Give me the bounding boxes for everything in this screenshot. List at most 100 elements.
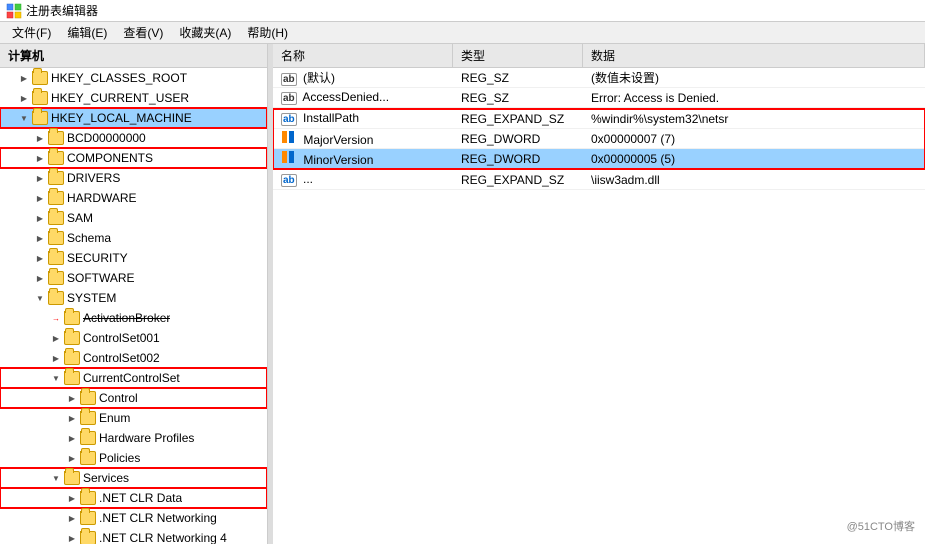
expander-drivers[interactable]: ▶ bbox=[32, 168, 48, 188]
tree-root-label: 计算机 bbox=[8, 49, 44, 63]
tree-node-software[interactable]: ▶ SOFTWARE bbox=[0, 268, 267, 288]
folder-icon-bcd bbox=[48, 131, 64, 145]
tree-node-hklm[interactable]: ▼ HKEY_LOCAL_MACHINE bbox=[0, 108, 267, 128]
cell-data-2: %windir%\system32\netsr bbox=[583, 112, 925, 126]
folder-icon-hardware bbox=[48, 191, 64, 205]
expander-netclr[interactable]: ▶ bbox=[64, 488, 80, 508]
reg-icon-2: ab bbox=[281, 113, 297, 126]
menu-edit[interactable]: 编辑(E) bbox=[59, 22, 115, 43]
expander-sam[interactable]: ▶ bbox=[32, 208, 48, 228]
tree-node-policies[interactable]: ▶ Policies bbox=[0, 448, 267, 468]
expander-cs001[interactable]: ▶ bbox=[48, 328, 64, 348]
expander-components[interactable]: ▶ bbox=[32, 148, 48, 168]
expander-ccs[interactable]: ▼ bbox=[48, 368, 64, 388]
folder-icon-security bbox=[48, 251, 64, 265]
data-row-iis[interactable]: ab ... REG_EXPAND_SZ \iisw3adm.dll bbox=[273, 170, 925, 190]
expander-policies[interactable]: ▶ bbox=[64, 448, 80, 468]
cell-data-3: 0x00000007 (7) bbox=[583, 132, 925, 146]
tree-node-security[interactable]: ▶ SECURITY bbox=[0, 248, 267, 268]
title-text: 注册表编辑器 bbox=[26, 2, 98, 19]
node-label-enum: Enum bbox=[99, 411, 130, 425]
folder-icon-policies bbox=[80, 451, 96, 465]
tree-node-components[interactable]: ▶ COMPONENTS bbox=[0, 148, 267, 168]
folder-icon-hkcr bbox=[32, 71, 48, 85]
tree-node-services[interactable]: ▼ Services bbox=[0, 468, 267, 488]
cell-type-5: REG_EXPAND_SZ bbox=[453, 173, 583, 187]
tree-header: 计算机 bbox=[0, 44, 267, 68]
expander-netclrnet4[interactable]: ▶ bbox=[64, 528, 80, 544]
tree-node-bcd[interactable]: ▶ BCD00000000 bbox=[0, 128, 267, 148]
tree-node-schema[interactable]: ▶ Schema bbox=[0, 228, 267, 248]
expander-control[interactable]: ▶ bbox=[64, 388, 80, 408]
tree-node-system[interactable]: ▼ SYSTEM bbox=[0, 288, 267, 308]
data-row-majorversion[interactable]: MajorVersion REG_DWORD 0x00000007 (7) bbox=[273, 129, 925, 149]
expander-ab[interactable]: → bbox=[48, 308, 64, 328]
tree-node-hardware[interactable]: ▶ HARDWARE bbox=[0, 188, 267, 208]
folder-icon-cs002 bbox=[64, 351, 80, 365]
node-label-system: SYSTEM bbox=[67, 291, 116, 305]
expander-bcd[interactable]: ▶ bbox=[32, 128, 48, 148]
tree-node-controlset001[interactable]: ▶ ControlSet001 bbox=[0, 328, 267, 348]
folder-icon-hwprofiles bbox=[80, 431, 96, 445]
expander-netclrnet[interactable]: ▶ bbox=[64, 508, 80, 528]
tree-node-enum[interactable]: ▶ Enum bbox=[0, 408, 267, 428]
expander-hardware[interactable]: ▶ bbox=[32, 188, 48, 208]
node-label-policies: Policies bbox=[99, 451, 140, 465]
tree-node-sam[interactable]: ▶ SAM bbox=[0, 208, 267, 228]
folder-icon-drivers bbox=[48, 171, 64, 185]
cell-name-2: ab InstallPath bbox=[273, 111, 453, 126]
data-table-body[interactable]: ab (默认) REG_SZ (数值未设置) ab AccessDenied..… bbox=[273, 68, 925, 544]
tree-node-control[interactable]: ▶ Control bbox=[0, 388, 267, 408]
node-label-hwprofiles: Hardware Profiles bbox=[99, 431, 194, 445]
menu-file[interactable]: 文件(F) bbox=[4, 22, 59, 43]
node-label-netclrnet4: .NET CLR Networking 4 bbox=[99, 531, 227, 544]
node-label-components: COMPONENTS bbox=[67, 151, 153, 165]
cell-type-0: REG_SZ bbox=[453, 71, 583, 85]
expander-enum[interactable]: ▶ bbox=[64, 408, 80, 428]
menu-help[interactable]: 帮助(H) bbox=[239, 22, 296, 43]
tree-node-netclr[interactable]: ▶ .NET CLR Data bbox=[0, 488, 267, 508]
folder-icon-schema bbox=[48, 231, 64, 245]
data-panel: 名称 类型 数据 ab (默认) REG_SZ (数值未设置) bbox=[273, 44, 925, 544]
folder-icon-netclrnet4 bbox=[80, 531, 96, 544]
expander-cs002[interactable]: ▶ bbox=[48, 348, 64, 368]
tree-content[interactable]: ▶ HKEY_CLASSES_ROOT ▶ HKEY_CURRENT_USER … bbox=[0, 68, 267, 544]
menu-view[interactable]: 查看(V) bbox=[115, 22, 171, 43]
cell-name-4: MinorVersion bbox=[273, 150, 453, 167]
col-header-type: 类型 bbox=[453, 44, 583, 67]
tree-node-hwprofiles[interactable]: ▶ Hardware Profiles bbox=[0, 428, 267, 448]
expander-hwprofiles[interactable]: ▶ bbox=[64, 428, 80, 448]
cell-type-2: REG_EXPAND_SZ bbox=[453, 112, 583, 126]
tree-node-netclrnet4[interactable]: ▶ .NET CLR Networking 4 bbox=[0, 528, 267, 544]
tree-node-drivers[interactable]: ▶ DRIVERS bbox=[0, 168, 267, 188]
node-label-currentcontrolset: CurrentControlSet bbox=[83, 371, 180, 385]
reg-icon-4 bbox=[281, 150, 297, 164]
data-row-accessdenied[interactable]: ab AccessDenied... REG_SZ Error: Access … bbox=[273, 88, 925, 108]
node-label-sam: SAM bbox=[67, 211, 93, 225]
expander-schema[interactable]: ▶ bbox=[32, 228, 48, 248]
data-row-default[interactable]: ab (默认) REG_SZ (数值未设置) bbox=[273, 68, 925, 88]
tree-node-currentcontrolset[interactable]: ▼ CurrentControlSet bbox=[0, 368, 267, 388]
tree-node-hkcr[interactable]: ▶ HKEY_CLASSES_ROOT bbox=[0, 68, 267, 88]
expander-hklm[interactable]: ▼ bbox=[16, 108, 32, 128]
tree-node-controlset002[interactable]: ▶ ControlSet002 bbox=[0, 348, 267, 368]
menu-bar: 文件(F) 编辑(E) 查看(V) 收藏夹(A) 帮助(H) bbox=[0, 22, 925, 44]
data-row-minorversion[interactable]: MinorVersion REG_DWORD 0x00000005 (5) bbox=[273, 149, 925, 169]
node-label-security: SECURITY bbox=[67, 251, 128, 265]
expander-hkcr[interactable]: ▶ bbox=[16, 68, 32, 88]
expander-hkcu[interactable]: ▶ bbox=[16, 88, 32, 108]
cell-type-1: REG_SZ bbox=[453, 91, 583, 105]
cell-name-3: MajorVersion bbox=[273, 130, 453, 147]
expander-services[interactable]: ▼ bbox=[48, 468, 64, 488]
node-label-drivers: DRIVERS bbox=[67, 171, 120, 185]
node-label-hkcr: HKEY_CLASSES_ROOT bbox=[51, 71, 187, 85]
tree-node-netclrnet[interactable]: ▶ .NET CLR Networking bbox=[0, 508, 267, 528]
tree-node-hkcu[interactable]: ▶ HKEY_CURRENT_USER bbox=[0, 88, 267, 108]
tree-node-activationbroker[interactable]: → ActivationBroker bbox=[0, 308, 267, 328]
menu-favorites[interactable]: 收藏夹(A) bbox=[171, 22, 239, 43]
expander-security[interactable]: ▶ bbox=[32, 248, 48, 268]
expander-system[interactable]: ▼ bbox=[32, 288, 48, 308]
expander-software[interactable]: ▶ bbox=[32, 268, 48, 288]
data-row-installpath[interactable]: ab InstallPath REG_EXPAND_SZ %windir%\sy… bbox=[273, 109, 925, 129]
cell-data-1: Error: Access is Denied. bbox=[583, 91, 925, 105]
